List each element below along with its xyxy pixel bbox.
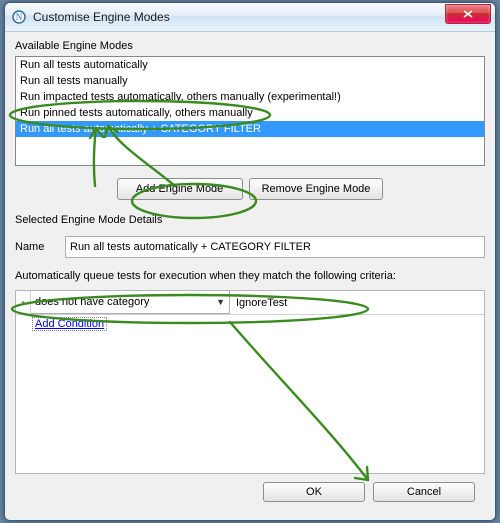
condition-row: - does not have category ▼ IgnoreTest: [16, 291, 484, 315]
add-condition-link[interactable]: Add Condition: [32, 317, 107, 331]
dialog-window: N Customise Engine Modes Available Engin…: [4, 2, 496, 521]
name-field-row: Name Run all tests automatically + CATEG…: [15, 236, 485, 258]
window-title: Customise Engine Modes: [33, 10, 445, 24]
close-button[interactable]: [445, 4, 491, 24]
dialog-footer: OK Cancel: [15, 474, 485, 512]
list-item[interactable]: Run all tests automatically: [16, 57, 484, 73]
list-item[interactable]: Run all tests manually: [16, 73, 484, 89]
criteria-label: Automatically queue tests for execution …: [15, 270, 485, 282]
details-section-label: Selected Engine Mode Details: [15, 214, 485, 226]
condition-operator-select[interactable]: does not have category ▼: [31, 291, 230, 314]
add-engine-mode-button[interactable]: Add Engine Mode: [117, 178, 243, 200]
criteria-box: - does not have category ▼ IgnoreTest Ad…: [15, 290, 485, 474]
available-modes-list[interactable]: Run all tests automatically Run all test…: [15, 56, 485, 166]
svg-text:N: N: [16, 12, 23, 22]
ok-button[interactable]: OK: [263, 482, 365, 502]
name-input[interactable]: Run all tests automatically + CATEGORY F…: [65, 236, 485, 258]
list-item[interactable]: Run impacted tests automatically, others…: [16, 89, 484, 105]
available-modes-label: Available Engine Modes: [15, 40, 485, 52]
mode-button-row: Add Engine Mode Remove Engine Mode: [15, 178, 485, 200]
title-bar: N Customise Engine Modes: [5, 3, 495, 32]
app-icon: N: [11, 9, 27, 25]
condition-value-input[interactable]: IgnoreTest: [230, 291, 484, 314]
dialog-body: Available Engine Modes Run all tests aut…: [5, 32, 495, 520]
list-item[interactable]: Run pinned tests automatically, others m…: [16, 105, 484, 121]
remove-condition-button[interactable]: -: [16, 291, 31, 314]
remove-engine-mode-button[interactable]: Remove Engine Mode: [249, 178, 384, 200]
list-item-selected[interactable]: Run all tests automatically + CATEGORY F…: [16, 121, 484, 137]
chevron-down-icon: ▼: [216, 297, 225, 307]
cancel-button[interactable]: Cancel: [373, 482, 475, 502]
condition-operator-value: does not have category: [35, 296, 149, 308]
name-label: Name: [15, 241, 55, 253]
